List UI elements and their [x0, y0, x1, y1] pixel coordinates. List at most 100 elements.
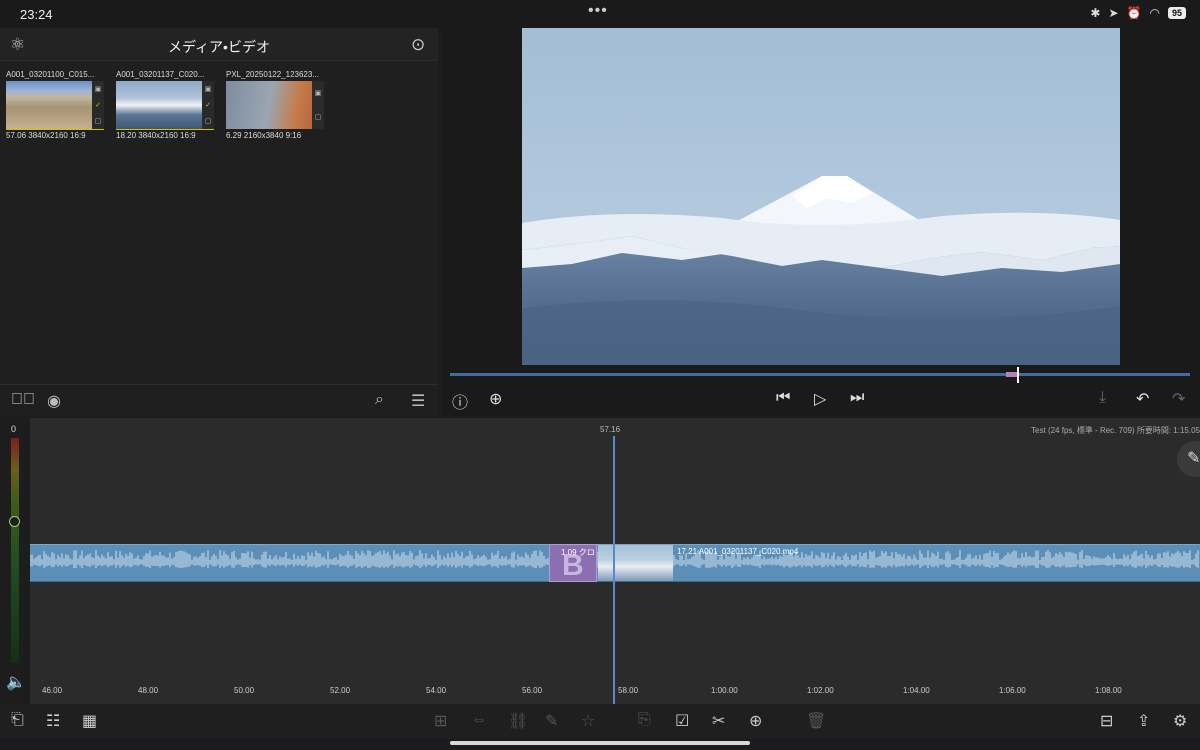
- record-icon[interactable]: ◉: [47, 391, 61, 411]
- ruler-tick: 1:06.00: [999, 686, 1026, 695]
- status-time: 23:24: [20, 7, 53, 22]
- status-bar: 23:24 ••• ✱ ➤ ⏰ ◠ 95: [0, 0, 1200, 28]
- timeline-ruler[interactable]: 46.00 48.00 50.00 52.00 54.00 56.00 58.0…: [30, 680, 1200, 704]
- device-icon: ▢: [314, 114, 322, 121]
- media-item-name: A001_03201100_C015...: [6, 70, 95, 79]
- select-check-icon[interactable]: ☑: [675, 711, 689, 731]
- media-item-2[interactable]: A001_03201137_C020... ▣ ✓ ▢ 18.20 3840x2…: [116, 70, 216, 140]
- layout-icon[interactable]: ⊟: [1100, 711, 1113, 731]
- ruler-tick: 58.00: [618, 686, 639, 695]
- ruler-tick: 1:02.00: [807, 686, 834, 695]
- speaker-icon[interactable]: 🔈: [6, 672, 26, 692]
- media-thumbnail: [226, 81, 312, 129]
- video-preview[interactable]: [522, 28, 1120, 365]
- ruler-tick: 46.00: [42, 686, 63, 695]
- used-check-icon: ✓: [205, 102, 211, 109]
- media-item-meta: 18.20 3840x2160 16:9: [116, 131, 196, 140]
- media-item-badges: ▣ ▢: [312, 81, 324, 129]
- undo-icon[interactable]: ↶: [1136, 389, 1149, 409]
- more-options-icon[interactable]: ⊙: [411, 35, 425, 55]
- insert-clip-icon[interactable]: ⊞: [434, 711, 447, 731]
- edit-pencil-tool-icon[interactable]: ✎: [545, 711, 558, 731]
- sort-list-icon[interactable]: ☰: [411, 391, 425, 411]
- favorite-clip-icon[interactable]: ☆: [581, 711, 595, 731]
- used-indicator: [116, 129, 214, 130]
- media-item-meta: 6.29 2160x3840 9:16: [226, 131, 302, 140]
- redo-icon[interactable]: ↷: [1172, 389, 1185, 409]
- clip-type-icon: ▣: [204, 86, 212, 93]
- media-header: ⚛ メディア•ビデオ ⊙: [0, 28, 438, 61]
- media-title: メディア•ビデオ: [168, 39, 270, 55]
- audio-meter: 0 🔈: [0, 418, 30, 704]
- media-import-icon[interactable]: ⎗: [11, 711, 24, 729]
- location-icon: ➤: [1108, 6, 1119, 20]
- volume-knob[interactable]: [9, 516, 20, 527]
- timeline-playhead[interactable]: [613, 436, 615, 704]
- skip-back-icon[interactable]: ⏮: [776, 389, 790, 407]
- link-icon[interactable]: ⛓: [508, 711, 528, 731]
- ruler-tick: 1:04.00: [903, 686, 930, 695]
- bluetooth-icon: ✱: [1090, 6, 1101, 20]
- ruler-tick: 54.00: [426, 686, 447, 695]
- used-check-icon: ✓: [95, 102, 101, 109]
- add-icon[interactable]: ⊕: [749, 711, 762, 731]
- paste-icon[interactable]: ⎘: [638, 711, 651, 729]
- device-icon: ▢: [204, 118, 212, 125]
- media-thumbnail: [116, 81, 202, 129]
- split-scissors-icon[interactable]: ✂: [712, 711, 725, 731]
- clip-thumbnail[interactable]: [598, 545, 673, 581]
- ruler-tick: 48.00: [138, 686, 159, 695]
- media-item-badges: ▣ ✓ ▢: [92, 81, 104, 129]
- audio-waveform-toggle-icon[interactable]: ▦: [82, 711, 97, 731]
- media-item-meta: 57.06 3840x2160 16:9: [6, 131, 86, 140]
- device-icon: ▢: [94, 118, 102, 125]
- delete-icon[interactable]: 🗑: [806, 711, 826, 731]
- media-thumbnail: [6, 81, 92, 129]
- wifi-icon: ◠: [1149, 6, 1160, 20]
- settings-gear-icon[interactable]: ⚙: [1173, 711, 1187, 731]
- skip-forward-icon[interactable]: ⏭: [850, 389, 864, 407]
- multitask-dots-icon[interactable]: •••: [588, 2, 608, 20]
- video-viewer: [442, 28, 1200, 367]
- project-info: Test (24 fps, 標準 - Rec. 709) 所要時間: 1:15.…: [1031, 426, 1200, 435]
- ruler-tick: 56.00: [522, 686, 543, 695]
- media-item-name: PXL_20250122_123623...: [226, 70, 319, 79]
- media-item-3[interactable]: PXL_20250122_123623... ▣ ▢ 6.29 2160x384…: [226, 70, 326, 140]
- home-indicator[interactable]: [450, 741, 750, 745]
- meter-zero-label: 0: [11, 424, 17, 434]
- edit-pencil-icon[interactable]: ✎: [1177, 441, 1200, 477]
- ruler-tick: 1:08.00: [1095, 686, 1122, 695]
- alarm-icon: ⏰: [1126, 6, 1142, 20]
- scrubber-track[interactable]: [450, 373, 1190, 376]
- ruler-tick: 1:00.00: [711, 686, 738, 695]
- info-icon[interactable]: ⓘ: [452, 389, 468, 413]
- replace-clip-icon[interactable]: ⇔: [471, 711, 487, 729]
- clip-type-icon: ▣: [314, 90, 322, 97]
- play-icon[interactable]: ▷: [814, 389, 826, 409]
- scrubber-playhead[interactable]: [1017, 367, 1019, 383]
- used-indicator: [6, 129, 104, 130]
- ruler-tick: 52.00: [330, 686, 351, 695]
- inspector-list-icon[interactable]: ☷: [46, 711, 60, 731]
- search-icon[interactable]: ⌕: [375, 391, 384, 409]
- scrubber[interactable]: [442, 367, 1200, 384]
- media-item-1[interactable]: A001_03201100_C015... ▣ ✓ ▢ 57.06 3840x2…: [6, 70, 106, 140]
- media-item-name: A001_03201137_C020...: [116, 70, 205, 79]
- battery-icon: 95: [1167, 7, 1186, 19]
- media-toolbar: ✓⃝ ◉ ⌕ ☰: [0, 384, 438, 416]
- clip-label: 17.21 A001_03201137_C020.mp4: [677, 547, 799, 556]
- status-icons: ✱ ➤ ⏰ ◠ 95: [1090, 6, 1186, 20]
- clip-type-icon: ▣: [94, 86, 102, 93]
- transport-bar: ⓘ ⊕ ⏮ ▷ ⏭ ⤓ ↶ ↷: [442, 384, 1200, 416]
- media-item-badges: ▣ ✓ ▢: [202, 81, 214, 129]
- add-marker-icon[interactable]: ⊕: [489, 389, 502, 409]
- media-browser: ⚛ メディア•ビデオ ⊙ A001_03201100_C015... ▣ ✓ ▢…: [0, 28, 438, 384]
- download-icon[interactable]: ⤓: [1099, 389, 1106, 407]
- bottom-toolbar: ⎗ ☷ ▦ ⊞ ⇔ ⛓ ✎ ☆ ⎘ ☑ ✂ ⊕ 🗑 ⊟ ⇪ ⚙: [0, 704, 1200, 738]
- transition-label: 1.09 クロ: [561, 548, 595, 557]
- ruler-tick: 50.00: [234, 686, 255, 695]
- share-icon[interactable]: ⇪: [1137, 711, 1150, 731]
- meter-level-bar: [11, 438, 19, 663]
- timeline[interactable]: 0 🔈 57.16 Test (24 fps, 標準 - Rec. 709) 所…: [0, 418, 1200, 704]
- select-check-icon[interactable]: ✓⃝: [11, 391, 35, 409]
